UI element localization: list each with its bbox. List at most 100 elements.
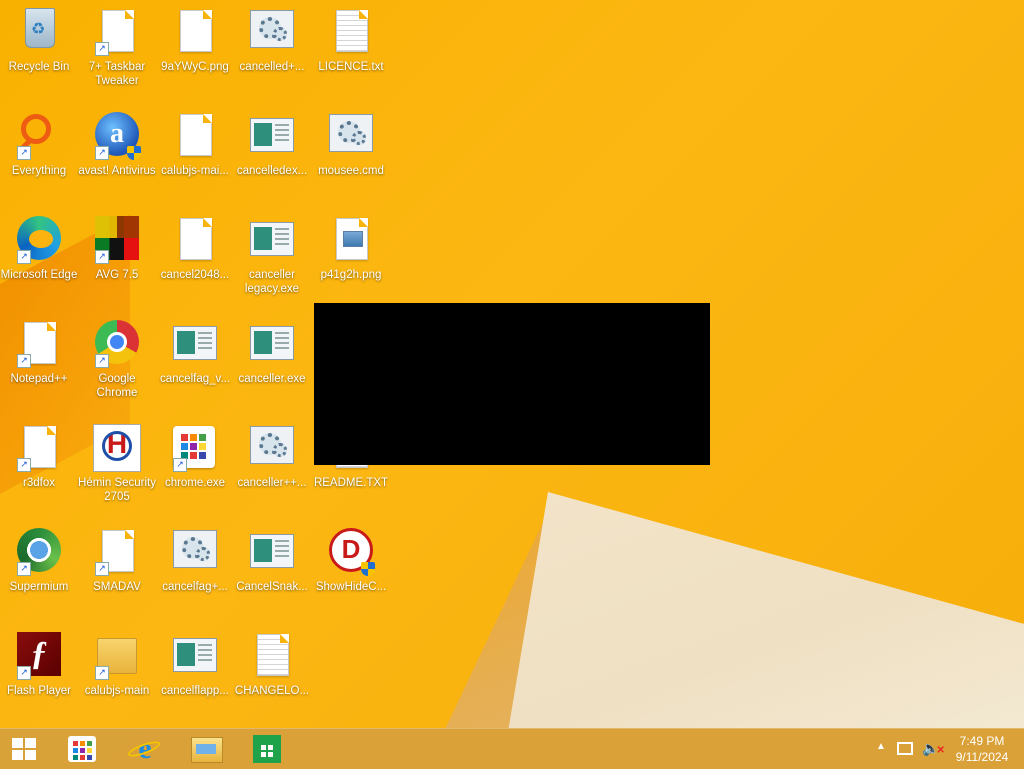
- clock-date: 9/11/2024: [955, 750, 1009, 764]
- desktop-icon-licence-txt[interactable]: LICENCE.txt: [312, 2, 390, 102]
- shortcut-arrow-icon: ↗: [17, 666, 31, 680]
- desktop-icon-label: Notepad++: [10, 373, 68, 385]
- desktop-icon-canceller-exe[interactable]: canceller.exe: [233, 314, 311, 414]
- desktop-icon-cancelledex[interactable]: cancelledex...: [233, 106, 311, 206]
- desktop-icon-label: Everything: [11, 165, 67, 177]
- desktop-icon-9aywyc-png[interactable]: 9aYWyC.png: [156, 2, 234, 102]
- desktop-icon-label: SMADAV: [93, 581, 141, 593]
- desktop-icon-label: Hémin Security 2705: [78, 477, 156, 503]
- text-file-icon: [257, 634, 289, 676]
- desktop-icon-cancelflapp[interactable]: cancelflapp...: [156, 626, 234, 726]
- text-file-icon: [336, 10, 368, 52]
- desktop-icon-label: calubjs-main: [84, 685, 150, 697]
- desktop-icon-label: 7+ Taskbar Tweaker: [88, 61, 146, 87]
- desktop-icon-p41g2h-png[interactable]: p41g2h.png: [312, 210, 390, 310]
- desktop-icon-everything[interactable]: ↗ Everything: [0, 106, 78, 206]
- desktop[interactable]: Recycle Bin ↗ 7+ Taskbar Tweaker 9aYWyC.…: [0, 0, 1024, 728]
- desktop-icon-label: CHANGELO...: [234, 685, 310, 697]
- desktop-icon-label: AVG 7.5: [95, 269, 139, 281]
- start-button[interactable]: [0, 729, 48, 769]
- desktop-icon-label: Supermium: [9, 581, 69, 593]
- desktop-icon-label: Microsoft Edge: [0, 269, 78, 281]
- store-icon: [253, 735, 281, 763]
- desktop-icon-label: cancelflapp...: [161, 685, 229, 697]
- shortcut-arrow-icon: ↗: [17, 354, 31, 368]
- file-icon: [180, 218, 212, 260]
- desktop-icon-label: LICENCE.txt: [318, 61, 384, 73]
- volume-muted-icon[interactable]: 🔈✕: [922, 740, 945, 757]
- shortcut-arrow-icon: ↗: [17, 562, 31, 576]
- shortcut-arrow-icon: ↗: [95, 42, 109, 56]
- desktop-icon-cancelsnak[interactable]: CancelSnak...: [233, 522, 311, 622]
- desktop-icon-7-taskbar-tweaker[interactable]: ↗ 7+ Taskbar Tweaker: [78, 2, 156, 102]
- desktop-icon-supermium[interactable]: ↗ Supermium: [0, 522, 78, 622]
- desktop-icon-avg[interactable]: ↗ AVG 7.5: [78, 210, 156, 310]
- taskbar-file-explorer-button[interactable]: [181, 729, 229, 769]
- desktop-icon-cancelled-plus[interactable]: cancelled+...: [233, 2, 311, 102]
- desktop-icon-label: p41g2h.png: [320, 269, 382, 281]
- desktop-icon-showhidec[interactable]: ShowHideC...: [312, 522, 390, 622]
- app-window-icon: [173, 326, 217, 360]
- desktop-icon-google-chrome[interactable]: ↗ Google Chrome: [78, 314, 156, 414]
- image-file-icon: [336, 218, 368, 260]
- desktop-icon-chrome-exe[interactable]: ↗ chrome.exe: [156, 418, 234, 518]
- shortcut-arrow-icon: ↗: [95, 666, 109, 680]
- windows-logo-icon: [12, 738, 36, 760]
- taskbar-store-button[interactable]: [242, 729, 290, 769]
- network-icon[interactable]: [897, 742, 913, 755]
- desktop-icon-changelo[interactable]: CHANGELO...: [233, 626, 311, 726]
- shortcut-arrow-icon: ↗: [95, 250, 109, 264]
- desktop-icon-label: calubjs-mai...: [161, 165, 229, 177]
- desktop-icon-cancelfag-v[interactable]: cancelfag_v...: [156, 314, 234, 414]
- desktop-icon-label: Google Chrome: [96, 373, 138, 399]
- gear-window-icon: [173, 530, 217, 568]
- desktop-icon-calubjs-mai[interactable]: calubjs-mai...: [156, 106, 234, 206]
- taskbar-apps-button[interactable]: [58, 729, 106, 769]
- desktop-icon-flash-player[interactable]: ↗ Flash Player: [0, 626, 78, 726]
- clock-time: 7:49 PM: [959, 734, 1005, 748]
- desktop-icon-smadav[interactable]: ↗ SMADAV: [78, 522, 156, 622]
- desktop-icon-label: mousee.cmd: [318, 165, 384, 177]
- recycle-bin-icon: [25, 8, 55, 48]
- shortcut-arrow-icon: ↗: [17, 250, 31, 264]
- desktop-icon-mousee-cmd[interactable]: mousee.cmd: [312, 106, 390, 206]
- desktop-icon-label: cancelfag+...: [162, 581, 228, 593]
- desktop-icon-recycle-bin[interactable]: Recycle Bin: [0, 2, 78, 102]
- gear-window-icon: [250, 10, 294, 48]
- gear-window-icon: [250, 426, 294, 464]
- desktop-icon-cancel2048[interactable]: cancel2048...: [156, 210, 234, 310]
- app-window-icon: [250, 534, 294, 568]
- desktop-icon-r3dfox[interactable]: ↗ r3dfox: [0, 418, 78, 518]
- shortcut-arrow-icon: ↗: [95, 562, 109, 576]
- desktop-icon-canceller-plus-plus[interactable]: canceller++...: [233, 418, 311, 518]
- desktop-icon-label: Recycle Bin: [8, 61, 70, 73]
- shortcut-arrow-icon: ↗: [173, 458, 187, 472]
- uac-shield-icon: [361, 562, 375, 576]
- show-hidden-icons-button[interactable]: ▲: [876, 741, 886, 752]
- apps-tiles-icon: [68, 736, 96, 762]
- desktop-icon-microsoft-edge[interactable]: ↗ Microsoft Edge: [0, 210, 78, 310]
- desktop-icon-label: canceller legacy.exe: [244, 269, 300, 295]
- desktop-icon-label: cancelledex...: [236, 165, 308, 177]
- shortcut-arrow-icon: ↗: [17, 458, 31, 472]
- app-window-icon: [173, 638, 217, 672]
- desktop-icon-cancelfag-plus[interactable]: cancelfag+...: [156, 522, 234, 622]
- desktop-icon-avast[interactable]: a ↗ avast! Antivirus: [78, 106, 156, 206]
- desktop-icon-label: Flash Player: [7, 685, 71, 697]
- desktop-icon-canceller-legacy[interactable]: canceller legacy.exe: [233, 210, 311, 310]
- desktop-icon-hemin-security[interactable]: Hémin Security 2705: [78, 418, 156, 518]
- desktop-icon-label: canceller++...: [237, 477, 307, 489]
- uac-shield-icon: [127, 146, 141, 160]
- taskbar-internet-explorer-button[interactable]: e: [120, 729, 168, 769]
- system-clock[interactable]: 7:49 PM 9/11/2024: [944, 733, 1020, 765]
- shortcut-arrow-icon: ↗: [17, 146, 31, 160]
- wallpaper-shard: [500, 492, 1024, 728]
- desktop-icon-label: ShowHideC...: [315, 581, 387, 593]
- desktop-icon-calubjs-main[interactable]: ↗ calubjs-main: [78, 626, 156, 726]
- desktop-icon-notepad-plus-plus[interactable]: ↗ Notepad++: [0, 314, 78, 414]
- file-icon: [180, 10, 212, 52]
- desktop-icon-label: README.TXT: [313, 477, 389, 489]
- desktop-icon-label: r3dfox: [23, 477, 55, 489]
- desktop-icon-label: cancelfag_v...: [159, 373, 231, 385]
- hemin-security-icon: [93, 424, 141, 472]
